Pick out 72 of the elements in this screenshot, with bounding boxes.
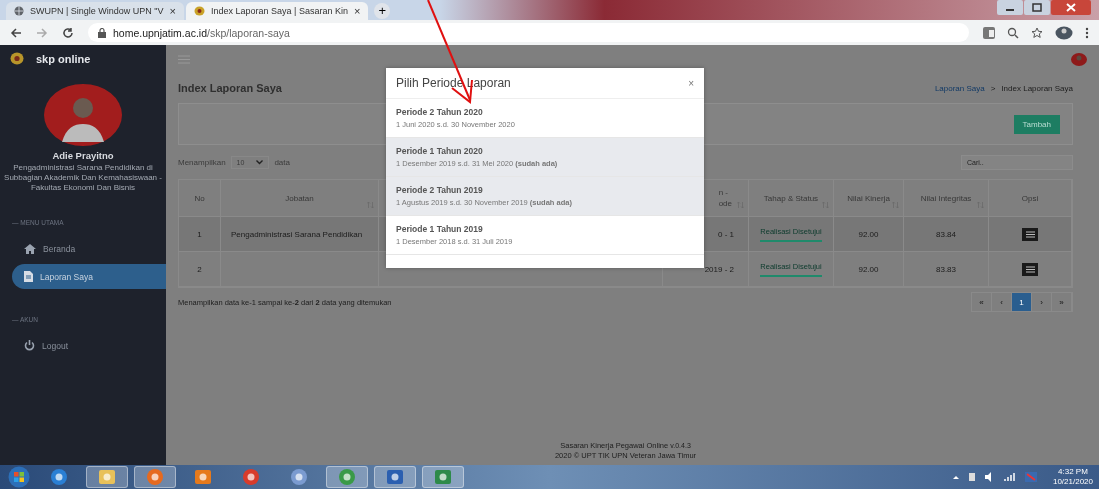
taskbar-app-button[interactable] xyxy=(326,466,368,488)
app-icon xyxy=(146,468,164,486)
menu-icon[interactable] xyxy=(1085,26,1089,39)
table-cell: 83.83 xyxy=(904,252,989,287)
table-cell: Pengadministrasi Sarana Pendidikan xyxy=(221,217,379,252)
reload-icon[interactable] xyxy=(62,26,74,39)
options-button[interactable] xyxy=(1022,262,1038,276)
browser-tab[interactable]: SWUPN | Single Window UPN "V × xyxy=(6,2,184,20)
nav-item[interactable]: Logout xyxy=(12,333,166,358)
back-icon[interactable] xyxy=(10,26,22,39)
avatar-placeholder[interactable] xyxy=(1071,52,1087,66)
add-button[interactable]: Tambah xyxy=(1013,114,1060,134)
list-icon xyxy=(1025,265,1035,273)
zoom-icon[interactable] xyxy=(1007,26,1019,39)
app-icon xyxy=(98,468,116,486)
show-label: Menampilkan xyxy=(178,157,226,167)
user-name: Adie Prayitno xyxy=(52,150,114,161)
close-button[interactable]: × xyxy=(688,77,694,89)
table-cell: 2 xyxy=(179,252,221,287)
taskbar-app-button[interactable] xyxy=(374,466,416,488)
app-icon xyxy=(50,468,68,486)
brand-name: skp online xyxy=(36,52,91,65)
pagination-button[interactable]: › xyxy=(1032,293,1052,311)
lock-icon xyxy=(98,27,106,38)
app-icon xyxy=(434,468,452,486)
list-icon xyxy=(1025,230,1035,238)
chevron-down-icon xyxy=(256,159,264,165)
app-icon xyxy=(194,468,212,486)
app-icon xyxy=(242,468,260,486)
table-cell: 92.00 xyxy=(834,252,904,287)
power-icon xyxy=(24,340,35,351)
user-role: Pengadministrasi Sarana Pendidikan di Subbagian Akademik Dan Kemahasiswaan - Fakultas Ekonomi Dan Bisnis xyxy=(3,162,163,194)
emblem-icon xyxy=(194,6,205,16)
pagination-button[interactable]: 1 xyxy=(1012,293,1032,311)
taskbar-app-button[interactable] xyxy=(134,466,176,488)
minimize-icon[interactable] xyxy=(997,0,1023,15)
star-icon[interactable] xyxy=(1031,26,1043,39)
options-button[interactable] xyxy=(1022,227,1038,241)
page-title: Index Laporan Saya xyxy=(178,82,282,94)
tab-close-button[interactable]: × xyxy=(169,5,176,17)
address-field[interactable]: home.upnjatim.ac.id/skp/laporan-saya xyxy=(88,23,969,42)
table-cell: 83.84 xyxy=(904,217,989,252)
tab-title: SWUPN | Single Window UPN "V xyxy=(30,6,164,16)
home-icon xyxy=(24,243,36,254)
file-icon xyxy=(24,271,33,282)
app-icon xyxy=(338,468,356,486)
emblem-icon xyxy=(10,52,24,65)
browser-tab[interactable]: Index Laporan Saya | Sasaran Kin × xyxy=(186,2,369,20)
start-button-icon[interactable] xyxy=(6,466,32,488)
table-cell: 1 xyxy=(179,217,221,252)
clock-date: 10/21/2020 xyxy=(1052,477,1093,487)
app-icon xyxy=(386,468,404,486)
close-icon[interactable] xyxy=(1051,0,1091,15)
taskbar-app-button[interactable] xyxy=(86,466,128,488)
breadcrumb-separator: > xyxy=(990,83,996,93)
maximize-icon[interactable] xyxy=(1024,0,1050,15)
nav-item[interactable]: Beranda xyxy=(12,236,166,261)
tab-close-button[interactable]: × xyxy=(353,5,361,17)
clock-time: 4:32 PM xyxy=(1057,467,1089,477)
profile-icon[interactable] xyxy=(1055,25,1073,40)
url-text: home.upnjatim.ac.id/skp/laporan-saya xyxy=(113,26,290,39)
app-icon xyxy=(290,468,308,486)
new-tab-button[interactable]: + xyxy=(374,3,391,19)
forward-icon[interactable] xyxy=(36,26,48,39)
table-cell: 92.00 xyxy=(834,217,904,252)
globe-icon xyxy=(14,6,24,16)
tab-title: Index Laporan Saya | Sasaran Kin xyxy=(211,6,348,16)
breadcrumb-item: Index Laporan Saya xyxy=(1001,83,1073,93)
pagination-button[interactable]: « xyxy=(972,293,992,311)
pagination-button[interactable]: » xyxy=(1052,293,1072,311)
nav-item[interactable]: Laporan Saya xyxy=(12,264,166,289)
taskbar-app-button[interactable] xyxy=(422,466,464,488)
